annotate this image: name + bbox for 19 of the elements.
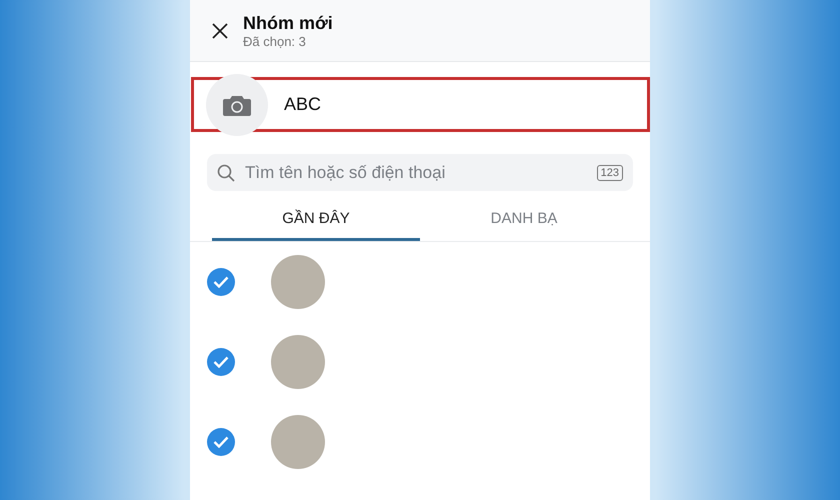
search-field[interactable]: Tìm tên hoặc số điện thoại 123 <box>207 154 633 191</box>
checkbox[interactable] <box>207 268 235 296</box>
camera-icon <box>223 94 251 116</box>
avatar-photo-placeholder <box>271 335 325 389</box>
search-icon <box>217 164 235 182</box>
avatar-photo-placeholder <box>271 255 325 309</box>
tab[interactable]: GẦN ĐÂY <box>212 199 420 241</box>
tab[interactable]: DANH BẠ <box>420 199 628 241</box>
screen-title: Nhóm mới <box>243 12 333 34</box>
avatar-photo-placeholder <box>271 415 325 469</box>
selected-count: Đã chọn: 3 <box>243 34 307 50</box>
keypad-toggle[interactable]: 123 <box>596 164 623 180</box>
check-icon <box>213 276 229 288</box>
close-icon[interactable] <box>211 22 229 40</box>
checkbox[interactable] <box>207 428 235 456</box>
check-icon <box>213 436 229 448</box>
checkbox[interactable] <box>207 348 235 376</box>
group-name-input[interactable]: ABC <box>282 93 586 116</box>
check-icon <box>213 356 229 368</box>
